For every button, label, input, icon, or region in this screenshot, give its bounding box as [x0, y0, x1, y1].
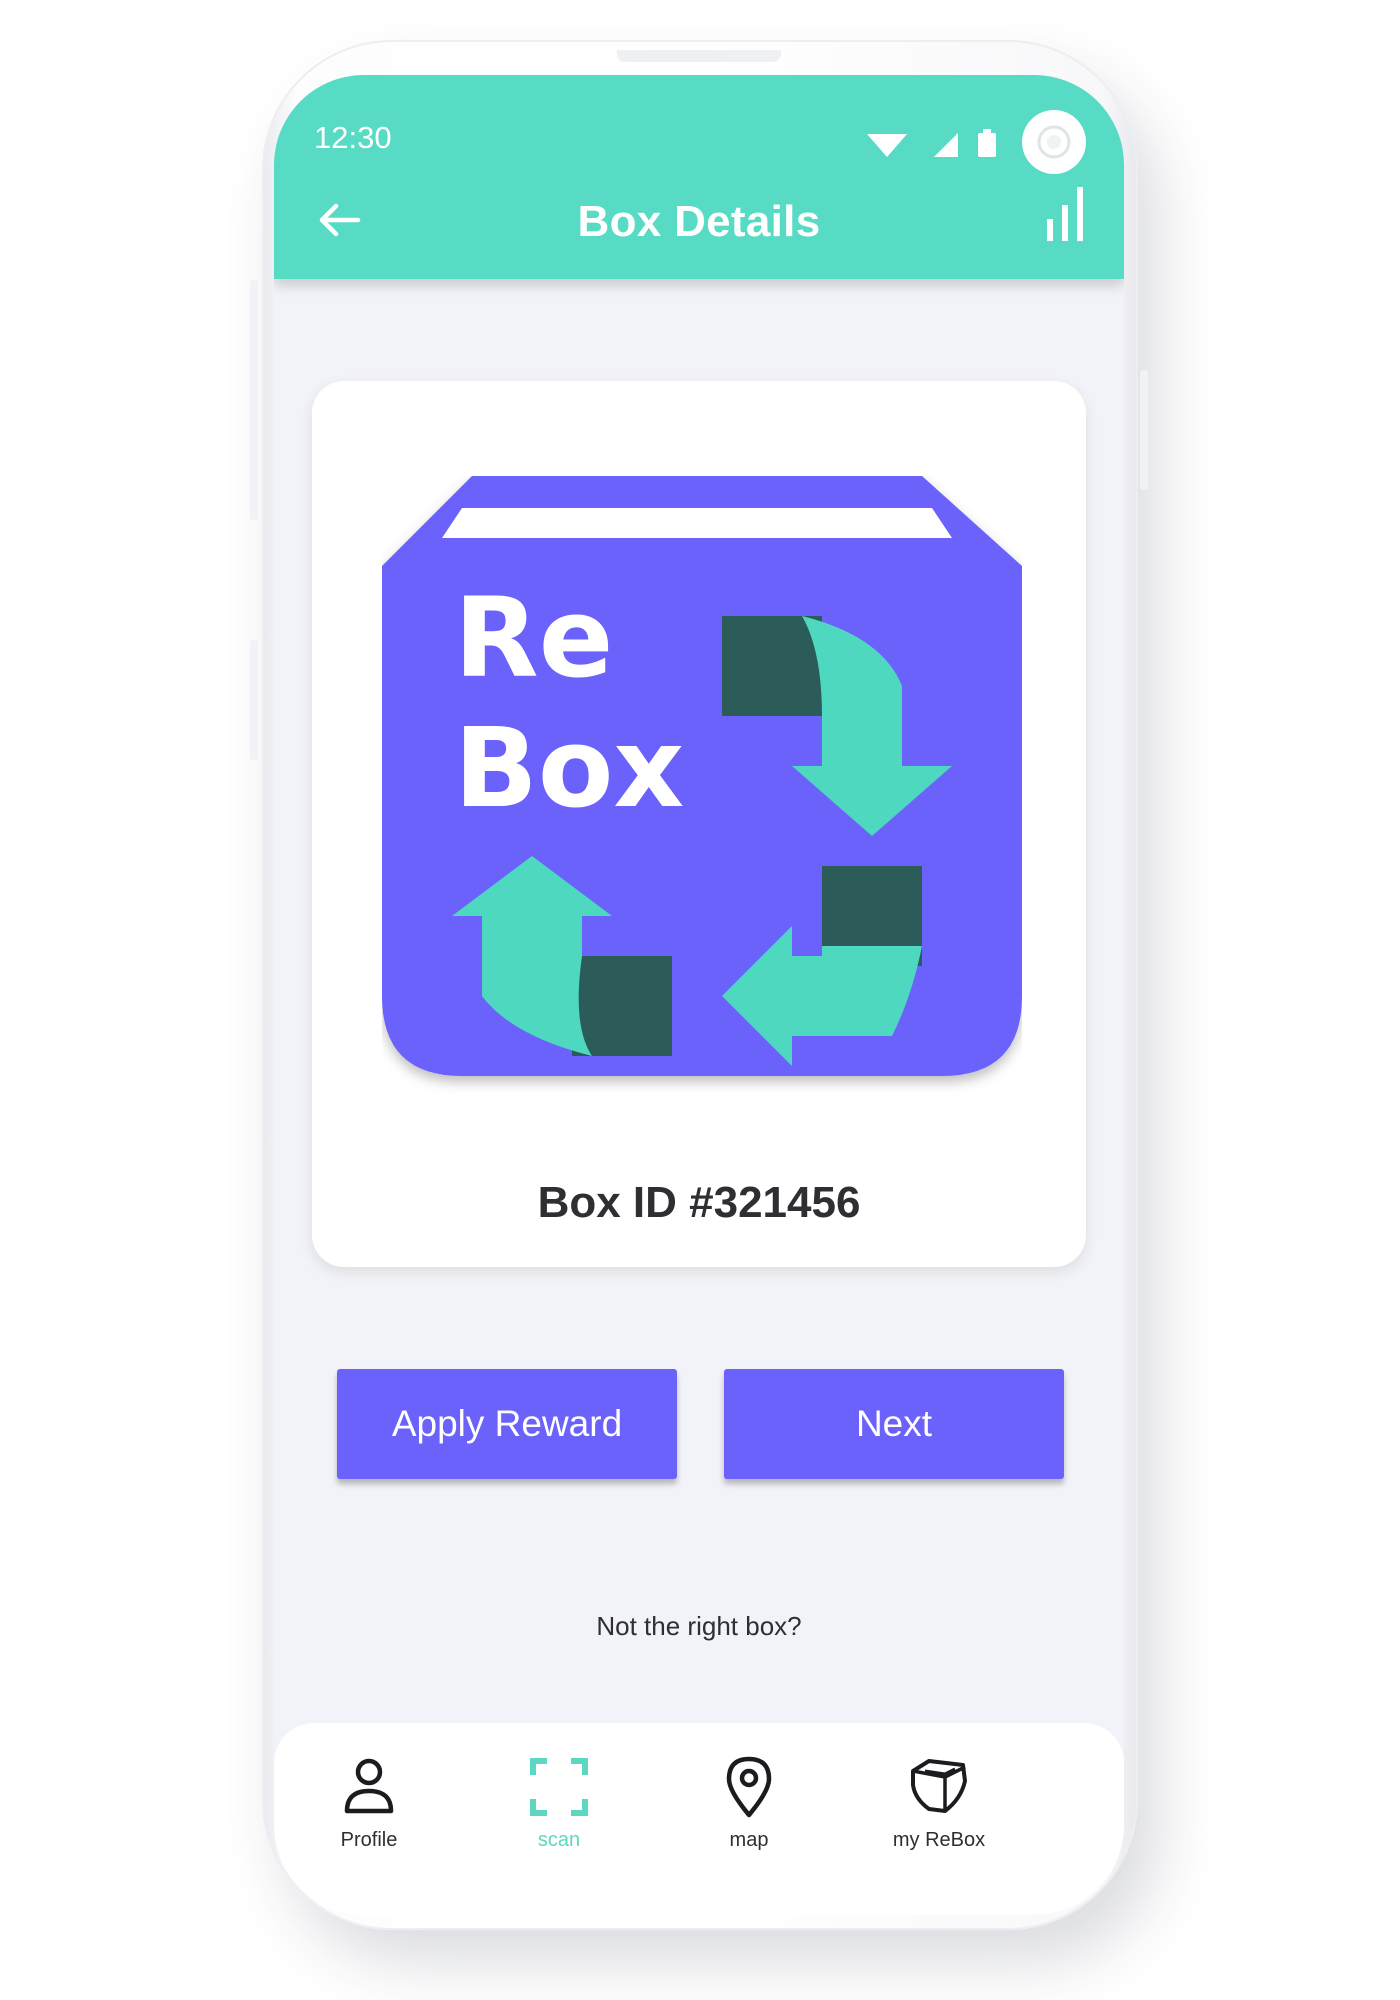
box-id: Box ID #321456	[537, 1178, 861, 1227]
next-button[interactable]: Next	[724, 1369, 1064, 1479]
status-icons	[867, 110, 1086, 174]
app-bar: 12:30 Box Details	[274, 75, 1124, 279]
box-icon	[911, 1759, 967, 1813]
phone-side-button	[250, 640, 258, 760]
signal-icon	[934, 133, 958, 157]
phone-screen: 12:30 Box Details Re Box Box ID #321456 …	[274, 75, 1124, 1915]
nav-item-scan[interactable]: scan	[464, 1723, 654, 1873]
phone-side-button	[250, 280, 258, 520]
nav-item-my-rebox[interactable]: my ReBox	[844, 1723, 1034, 1873]
nav-item-map[interactable]: map	[654, 1723, 844, 1873]
nav-label-scan: scan	[537, 1829, 581, 1851]
logo-text-box: Box	[454, 704, 684, 832]
not-right-box-link[interactable]: Not the right box?	[274, 1611, 1124, 1642]
nav-item-profile[interactable]: Profile	[274, 1723, 464, 1873]
status-time: 12:30	[314, 120, 392, 155]
camera-icon	[1022, 110, 1086, 174]
phone-speaker	[617, 50, 781, 62]
battery-icon	[978, 133, 996, 157]
apply-reward-button[interactable]: Apply Reward	[337, 1369, 677, 1479]
logo-text-re: Re	[454, 574, 613, 702]
phone-power-button	[1140, 370, 1148, 490]
scan-icon	[530, 1758, 588, 1816]
user-icon	[344, 1758, 394, 1814]
bottom-nav: Profile scan map my ReBox	[274, 1723, 1124, 1915]
page-title: Box Details	[577, 197, 821, 246]
map-pin-icon	[726, 1756, 772, 1818]
nav-label-my-rebox: my ReBox	[892, 1829, 986, 1851]
box-card: Re Box Box ID #321456	[312, 381, 1086, 1267]
rebox-logo: Re Box	[382, 476, 1022, 1076]
nav-label-profile: Profile	[340, 1829, 398, 1851]
wifi-icon	[867, 134, 907, 157]
nav-label-map: map	[729, 1829, 769, 1851]
bar-chart-icon[interactable]	[1042, 183, 1092, 243]
